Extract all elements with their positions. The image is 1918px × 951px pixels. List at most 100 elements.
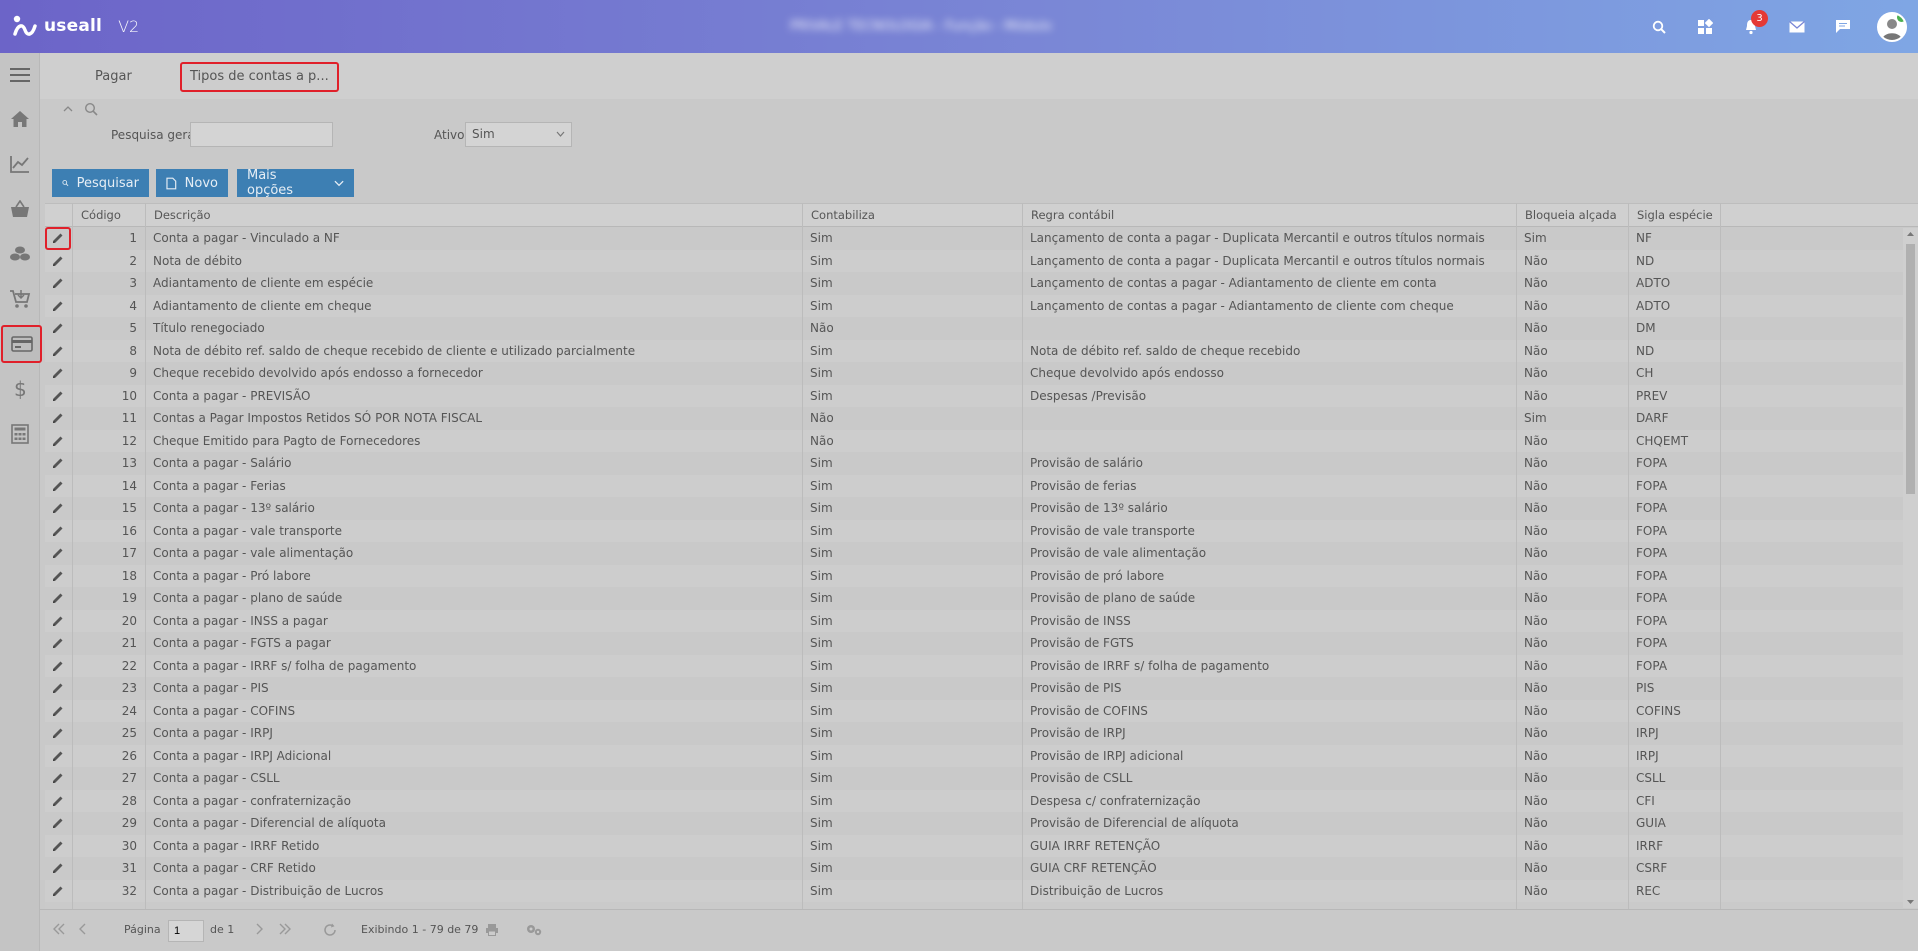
table-row[interactable]: 29 Conta a pagar - Diferencial de alíquot… — [45, 812, 1918, 835]
scroll-up-icon[interactable] — [1906, 231, 1915, 237]
table-row[interactable]: 26 Conta a pagar - IRPJ Adicional Sim Provi… — [45, 744, 1918, 768]
edit-pencil-icon[interactable] — [45, 227, 71, 250]
table-row[interactable]: 1 Conta a pagar - Vinculado a NF Sim Lançam… — [45, 227, 1918, 250]
table-row[interactable]: 28 Conta a pagar - confraternização Sim Des… — [45, 789, 1918, 813]
table-row[interactable]: 32 Conta a pagar - Distribuição de Lucros… — [45, 879, 1918, 903]
tab-pagar[interactable]: Pagar — [87, 62, 140, 92]
table-row[interactable]: 8 Nota de débito ref. saldo de cheque rec… — [45, 339, 1918, 363]
edit-pencil-icon[interactable] — [45, 317, 71, 340]
new-button[interactable]: Novo — [156, 169, 228, 197]
calculator-icon[interactable] — [0, 415, 40, 453]
table-row[interactable]: 20 Conta a pagar - INSS a pagar Sim Provisã… — [45, 609, 1918, 633]
table-row[interactable]: 18 Conta a pagar - Pró labore Sim Provisão … — [45, 564, 1918, 588]
active-filter-select[interactable]: Sim — [465, 122, 572, 147]
user-avatar-button[interactable] — [1866, 0, 1918, 53]
edit-pencil-icon[interactable] — [45, 610, 71, 633]
edit-pencil-icon[interactable] — [45, 812, 71, 835]
table-row[interactable]: 10 Conta a pagar - PREVISÃO Sim Despesas /P… — [45, 384, 1918, 408]
edit-pencil-icon[interactable] — [45, 632, 71, 655]
accounts-payable-card-icon[interactable] — [1, 325, 42, 363]
table-row[interactable]: 17 Conta a pagar - vale alimentação Sim Pro… — [45, 542, 1918, 565]
table-row[interactable]: 23 Conta a pagar - PIS Sim Provisão de PIS N… — [45, 677, 1918, 700]
tab-tipos-contas-pagar[interactable]: Tipos de contas a p... — [180, 62, 339, 92]
edit-pencil-icon[interactable] — [45, 565, 71, 588]
chat-icon[interactable] — [1820, 0, 1866, 53]
cart-icon[interactable] — [0, 280, 40, 318]
table-row[interactable]: 25 Conta a pagar - IRPJ Sim Provisão de IRP… — [45, 722, 1918, 745]
edit-pencil-icon[interactable] — [45, 407, 71, 430]
column-header-accounting[interactable]: Contabiliza — [802, 204, 1022, 228]
table-row[interactable]: 3 Adiantamento de cliente em espécie Sim La… — [45, 272, 1918, 295]
table-row[interactable]: 13 Conta a pagar - Salário Sim Provisão de … — [45, 452, 1918, 475]
edit-pencil-icon[interactable] — [45, 430, 71, 453]
edit-pencil-icon[interactable] — [45, 722, 71, 745]
scrollbar-thumb[interactable] — [1906, 244, 1915, 494]
mail-icon[interactable] — [1774, 0, 1820, 53]
table-row[interactable]: 4 Adiantamento de cliente em cheque Sim Lan… — [45, 294, 1918, 318]
table-row[interactable]: 24 Conta a pagar - COFINS Sim Provisão de C… — [45, 699, 1918, 723]
refresh-icon[interactable] — [323, 923, 337, 940]
edit-pencil-icon[interactable] — [45, 362, 71, 385]
general-search-input[interactable] — [190, 122, 333, 147]
apps-icon[interactable] — [1682, 0, 1728, 53]
table-row[interactable]: 16 Conta a pagar - vale transporte Sim Prov… — [45, 519, 1918, 543]
table-row[interactable]: 11 Contas a Pagar Impostos Retidos SÓ POR… — [45, 407, 1918, 430]
more-options-button[interactable]: Mais opções — [237, 168, 354, 198]
table-row[interactable]: 2 Nota de débito Sim Lançamento de conta a … — [45, 249, 1918, 273]
company-context[interactable]: PRIVALE TECNOLOGIA - Função - Módulo — [790, 19, 1052, 34]
table-row[interactable]: 27 Conta a pagar - CSLL Sim Provisão de CSL… — [45, 767, 1918, 790]
edit-pencil-icon[interactable] — [45, 520, 71, 543]
app-logo[interactable]: useall V2 — [12, 14, 139, 38]
settings-gears-icon[interactable] — [525, 923, 543, 940]
edit-pencil-icon[interactable] — [45, 655, 71, 678]
edit-pencil-icon[interactable] — [45, 475, 71, 498]
edit-pencil-icon[interactable] — [45, 497, 71, 520]
table-row[interactable]: 31 Conta a pagar - CRF Retido Sim GUIA CRF … — [45, 857, 1918, 880]
menu-toggle-icon[interactable] — [0, 56, 40, 94]
search-icon[interactable] — [1636, 0, 1682, 53]
edit-pencil-icon[interactable] — [45, 340, 71, 363]
next-page-icon[interactable] — [254, 923, 264, 938]
table-row[interactable]: 21 Conta a pagar - FGTS a pagar Sim Provisã… — [45, 632, 1918, 655]
edit-pencil-icon[interactable] — [45, 880, 71, 903]
collapse-chevron-icon[interactable] — [62, 103, 74, 118]
edit-pencil-icon[interactable] — [45, 835, 71, 858]
last-page-icon[interactable] — [278, 923, 292, 938]
table-row[interactable]: 9 Cheque recebido devolvido após endosso … — [45, 362, 1918, 385]
edit-pencil-icon[interactable] — [45, 857, 71, 880]
column-header-approval-block[interactable]: Bloqueia alçada — [1516, 204, 1628, 228]
column-header-description[interactable]: Descrição — [145, 204, 802, 228]
previous-page-icon[interactable] — [78, 923, 88, 938]
coins-icon[interactable] — [0, 235, 40, 273]
table-row[interactable]: 12 Cheque Emitido para Pagto de Fornecedo… — [45, 429, 1918, 453]
dashboard-chart-icon[interactable] — [0, 145, 40, 183]
edit-pencil-icon[interactable] — [45, 587, 71, 610]
table-row[interactable]: 22 Conta a pagar - IRRF s/ folha de pagam… — [45, 654, 1918, 678]
table-row[interactable]: 15 Conta a pagar - 13º salário Sim Provisão… — [45, 497, 1918, 520]
first-page-icon[interactable] — [52, 923, 66, 938]
edit-pencil-icon[interactable] — [45, 272, 71, 295]
column-header-species-code[interactable]: Sigla espécie — [1628, 204, 1720, 228]
column-header-accounting-rule[interactable]: Regra contábil — [1022, 204, 1516, 228]
edit-pencil-icon[interactable] — [45, 767, 71, 790]
edit-pencil-icon[interactable] — [45, 700, 71, 723]
edit-pencil-icon[interactable] — [45, 295, 71, 318]
basket-icon[interactable] — [0, 190, 40, 228]
page-number-input[interactable] — [168, 920, 204, 942]
edit-pencil-icon[interactable] — [45, 677, 71, 700]
home-icon[interactable] — [0, 100, 40, 138]
edit-pencil-icon[interactable] — [45, 745, 71, 768]
table-row[interactable]: 19 Conta a pagar - plano de saúde Sim Provi… — [45, 587, 1918, 610]
dollar-icon[interactable]: $ — [0, 370, 40, 408]
print-icon[interactable] — [485, 923, 499, 939]
grid-scrollbar[interactable] — [1903, 228, 1918, 908]
edit-pencil-icon[interactable] — [45, 452, 71, 475]
edit-pencil-icon[interactable] — [45, 385, 71, 408]
table-row[interactable]: 5 Título renegociado Não Não DM — [45, 317, 1918, 340]
column-header-code[interactable]: Código — [72, 204, 132, 228]
search-button[interactable]: Pesquisar — [52, 169, 149, 197]
table-row[interactable]: 30 Conta a pagar - IRRF Retido Sim GUIA IRR… — [45, 834, 1918, 858]
edit-pencil-icon[interactable] — [45, 250, 71, 273]
edit-pencil-icon[interactable] — [45, 790, 71, 813]
table-row[interactable]: 14 Conta a pagar - Ferias Sim Provisão de f… — [45, 474, 1918, 498]
